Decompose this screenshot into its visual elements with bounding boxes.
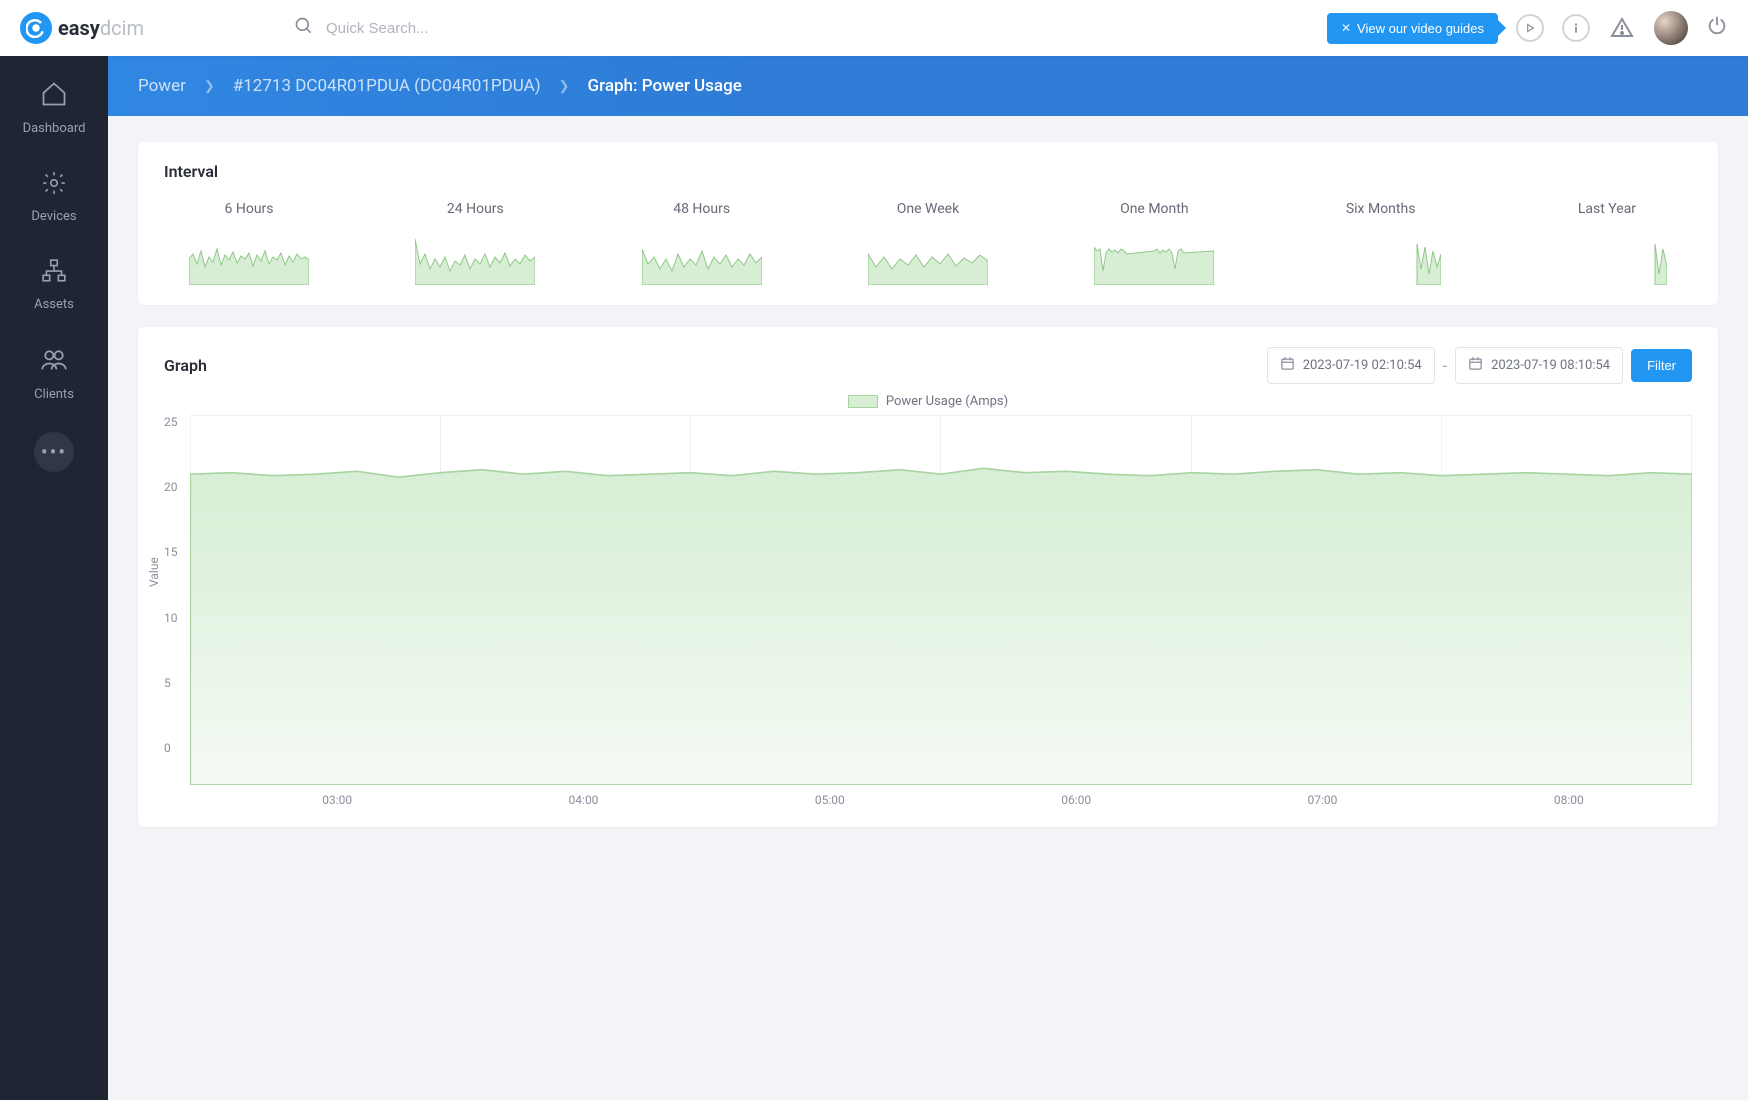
interval-label: 48 Hours — [673, 201, 730, 217]
search-input[interactable] — [326, 20, 726, 37]
calendar-icon — [1280, 356, 1295, 375]
interval-one-week[interactable]: One Week — [843, 201, 1013, 285]
interval-thumb-icon — [1547, 229, 1667, 285]
breadcrumb-current: Graph: Power Usage — [588, 76, 742, 96]
power-icon[interactable] — [1706, 15, 1728, 42]
legend-label: Power Usage (Amps) — [886, 394, 1008, 409]
network-icon — [41, 258, 67, 290]
y-tick: 0 — [164, 741, 178, 755]
legend-swatch-icon — [848, 395, 878, 408]
x-tick: 06:00 — [1061, 793, 1091, 807]
y-axis: Value 25 20 15 10 5 0 — [164, 415, 190, 785]
y-axis-label: Value — [147, 557, 161, 587]
y-tick: 25 — [164, 415, 178, 429]
sidebar-more-button[interactable]: ••• — [34, 432, 74, 472]
interval-24-hours[interactable]: 24 Hours — [390, 201, 560, 285]
sidebar-item-clients[interactable]: Clients — [0, 332, 108, 416]
main: Power ❯ #12713 DC04R01PDUA (DC04R01PDUA)… — [108, 56, 1748, 1100]
topbar-right: ✕ View our video guides — [1327, 11, 1728, 45]
interval-label: One Week — [897, 201, 959, 217]
interval-thumb-icon — [868, 229, 988, 285]
graph-header: Graph 2023-07-19 02:10:54 - — [164, 347, 1692, 384]
sidebar: Dashboard Devices Assets Clients ••• — [0, 56, 108, 1100]
y-ticks: 25 20 15 10 5 0 — [164, 415, 178, 755]
date-from-input[interactable]: 2023-07-19 02:10:54 — [1267, 347, 1435, 384]
interval-thumb-icon — [415, 229, 535, 285]
x-tick: 05:00 — [815, 793, 845, 807]
interval-thumb-icon — [642, 229, 762, 285]
home-icon — [40, 80, 68, 114]
y-tick: 10 — [164, 611, 178, 625]
interval-label: One Month — [1120, 201, 1189, 217]
search-icon[interactable] — [294, 16, 314, 41]
topbar: easydcim ✕ View our video guides — [0, 0, 1748, 56]
x-tick: 08:00 — [1554, 793, 1584, 807]
interval-48-hours[interactable]: 48 Hours — [617, 201, 787, 285]
sidebar-item-dashboard[interactable]: Dashboard — [0, 66, 108, 150]
x-axis: 03:00 04:00 05:00 06:00 07:00 08:00 — [164, 785, 1692, 807]
video-guide-label: View our video guides — [1357, 21, 1484, 36]
x-tick: 03:00 — [322, 793, 352, 807]
chart-area: Value 25 20 15 10 5 0 — [164, 415, 1692, 785]
sidebar-item-label: Devices — [31, 209, 76, 224]
play-icon[interactable] — [1516, 14, 1544, 42]
interval-label: 24 Hours — [447, 201, 504, 217]
interval-list: 6 Hours 24 Hours 48 Hours One Week — [164, 201, 1692, 285]
interval-six-months[interactable]: Six Months — [1296, 201, 1466, 285]
alert-icon[interactable] — [1608, 14, 1636, 42]
y-tick: 20 — [164, 480, 178, 494]
graph-controls: 2023-07-19 02:10:54 - 2023-07-19 08:10:5… — [1267, 347, 1692, 384]
avatar[interactable] — [1654, 11, 1688, 45]
interval-label: 6 Hours — [225, 201, 274, 217]
graph-panel-title: Graph — [164, 356, 207, 375]
logo-icon — [20, 12, 52, 44]
interval-label: Six Months — [1346, 201, 1416, 217]
graph-panel: Graph 2023-07-19 02:10:54 - — [138, 327, 1718, 827]
chart-plot[interactable] — [190, 415, 1693, 785]
chevron-right-icon: ❯ — [204, 79, 215, 94]
calendar-icon — [1468, 356, 1483, 375]
content: Interval 6 Hours 24 Hours 48 Hours — [108, 116, 1748, 853]
breadcrumb-link-device[interactable]: #12713 DC04R01PDUA (DC04R01PDUA) — [233, 76, 541, 96]
date-to-value: 2023-07-19 08:10:54 — [1491, 358, 1610, 373]
y-tick: 5 — [164, 676, 178, 690]
search-wrap — [294, 16, 726, 41]
sidebar-item-assets[interactable]: Assets — [0, 244, 108, 326]
video-guide-button[interactable]: ✕ View our video guides — [1327, 13, 1498, 44]
date-from-value: 2023-07-19 02:10:54 — [1303, 358, 1422, 373]
interval-last-year[interactable]: Last Year — [1522, 201, 1692, 285]
interval-thumb-icon — [1321, 229, 1441, 285]
breadcrumb: Power ❯ #12713 DC04R01PDUA (DC04R01PDUA)… — [108, 56, 1748, 116]
chart-svg — [190, 415, 1693, 785]
close-icon: ✕ — [1341, 21, 1351, 35]
chevron-right-icon: ❯ — [559, 79, 570, 94]
interval-label: Last Year — [1578, 201, 1636, 217]
chart-legend: Power Usage (Amps) — [164, 394, 1692, 409]
y-tick: 15 — [164, 545, 178, 559]
date-to-input[interactable]: 2023-07-19 08:10:54 — [1455, 347, 1623, 384]
sidebar-item-label: Clients — [34, 387, 74, 402]
logo-text: easydcim — [58, 16, 144, 40]
interval-one-month[interactable]: One Month — [1069, 201, 1239, 285]
x-tick: 07:00 — [1308, 793, 1338, 807]
logo[interactable]: easydcim — [20, 12, 144, 44]
sidebar-item-label: Assets — [34, 297, 74, 312]
interval-6-hours[interactable]: 6 Hours — [164, 201, 334, 285]
gear-icon — [41, 170, 67, 202]
sidebar-item-label: Dashboard — [23, 121, 86, 136]
interval-panel: Interval 6 Hours 24 Hours 48 Hours — [138, 142, 1718, 305]
info-icon[interactable] — [1562, 14, 1590, 42]
breadcrumb-link-power[interactable]: Power — [138, 76, 186, 96]
interval-panel-title: Interval — [164, 162, 1692, 181]
users-icon — [40, 346, 68, 380]
x-tick: 04:00 — [569, 793, 599, 807]
date-range-separator: - — [1443, 356, 1447, 375]
interval-thumb-icon — [1094, 229, 1214, 285]
filter-button[interactable]: Filter — [1631, 349, 1692, 382]
sidebar-item-devices[interactable]: Devices — [0, 156, 108, 238]
interval-thumb-icon — [189, 229, 309, 285]
